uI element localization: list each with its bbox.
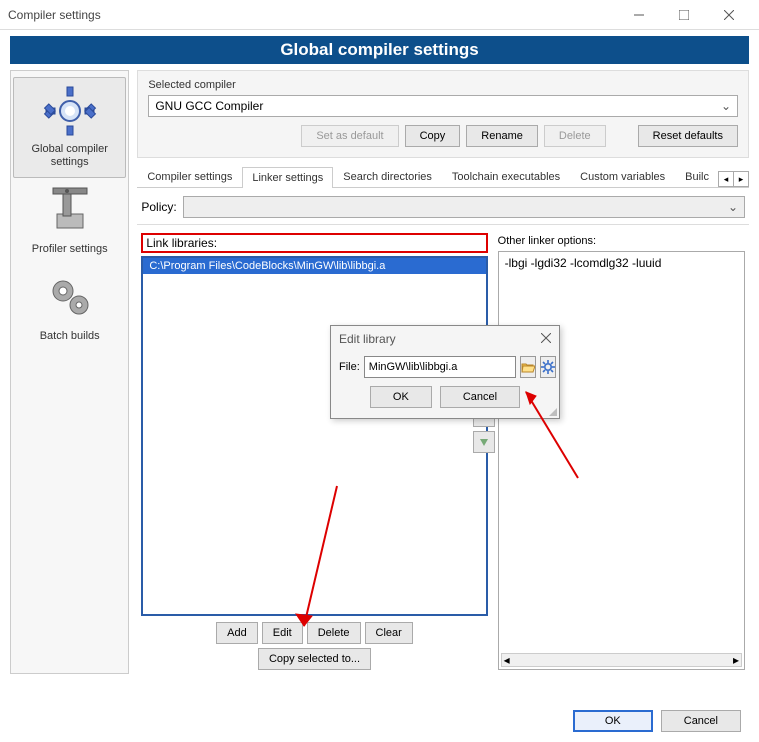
policy-combo[interactable]: ⌄ (183, 196, 745, 218)
link-libraries-label: Link libraries: (141, 233, 487, 253)
tab-compiler-settings[interactable]: Compiler settings (137, 166, 242, 187)
dialog-title: Edit library (339, 332, 396, 346)
list-item[interactable]: C:\Program Files\CodeBlocks\MinGW\lib\li… (143, 258, 485, 274)
compiler-combo[interactable]: GNU GCC Compiler ⌄ (148, 95, 738, 117)
close-icon (724, 10, 734, 20)
close-button[interactable] (706, 0, 751, 30)
other-options-textarea[interactable]: -lbgi -lgdi32 -lcomdlg32 -luuid ◂▸ (498, 251, 745, 670)
file-input[interactable] (364, 356, 516, 378)
tab-scroll: ◂ ▸ (719, 171, 749, 187)
compiler-combo-value: GNU GCC Compiler (155, 99, 263, 113)
move-down-button[interactable] (473, 431, 495, 453)
compiler-buttons: Set as default Copy Rename Delete Reset … (148, 125, 738, 147)
gears-grey-icon (43, 271, 97, 325)
other-options-column: Other linker options: -lbgi -lgdi32 -lco… (498, 235, 745, 670)
sidebar: Global compiler settings Profiler settin… (10, 70, 129, 674)
dialog-ok-button[interactable]: OK (370, 386, 432, 408)
arrow-down-icon (479, 437, 489, 447)
clear-button[interactable]: Clear (365, 622, 413, 644)
main-ok-button[interactable]: OK (573, 710, 653, 732)
tab-strip: Compiler settings Linker settings Search… (137, 166, 749, 188)
selected-compiler-label: Selected compiler (148, 79, 738, 91)
horizontal-scrollbar[interactable]: ◂▸ (501, 653, 742, 667)
footer-buttons: OK Cancel (573, 710, 741, 732)
minimize-icon (634, 10, 644, 20)
chevron-down-icon: ⌄ (728, 200, 738, 214)
file-label: File: (339, 361, 360, 373)
edit-library-dialog: Edit library File: OK Cancel (330, 325, 560, 419)
link-libraries-list[interactable]: C:\Program Files\CodeBlocks\MinGW\lib\li… (141, 256, 487, 616)
policy-row: Policy: ⌄ (137, 188, 749, 225)
close-icon (541, 333, 551, 343)
tab-scroll-left[interactable]: ◂ (718, 171, 734, 187)
tab-scroll-right[interactable]: ▸ (733, 171, 749, 187)
selected-compiler-group: Selected compiler GNU GCC Compiler ⌄ Set… (137, 70, 749, 158)
linker-area: Link libraries: C:\Program Files\CodeBlo… (137, 225, 749, 674)
list-buttons: Add Edit Delete Clear (141, 622, 487, 644)
chevron-down-icon: ⌄ (721, 99, 731, 113)
title-bar: Compiler settings (0, 0, 759, 30)
dialog-buttons: OK Cancel (339, 386, 551, 408)
delete-button[interactable]: Delete (307, 622, 361, 644)
gear-icon (541, 360, 555, 374)
add-button[interactable]: Add (216, 622, 258, 644)
sidebar-item-batch-builds[interactable]: Batch builds (13, 265, 126, 351)
set-default-button[interactable]: Set as default (301, 125, 398, 147)
gear-blue-icon (43, 84, 97, 138)
sidebar-item-label: Batch builds (15, 330, 124, 343)
profiler-icon (43, 184, 97, 238)
tab-build-truncated[interactable]: Builc (675, 166, 719, 187)
dialog-title-bar: Edit library (331, 326, 559, 352)
folder-open-icon (521, 361, 535, 373)
tab-custom-variables[interactable]: Custom variables (570, 166, 675, 187)
main-cancel-button[interactable]: Cancel (661, 710, 741, 732)
sidebar-item-label: Global compiler settings (16, 143, 123, 169)
copy-button[interactable]: Copy (405, 125, 461, 147)
policy-label: Policy: (141, 200, 176, 214)
browse-button[interactable] (520, 356, 536, 378)
tab-search-directories[interactable]: Search directories (333, 166, 442, 187)
reset-defaults-button[interactable]: Reset defaults (638, 125, 738, 147)
maximize-icon (679, 10, 689, 20)
maximize-button[interactable] (661, 0, 706, 30)
sidebar-item-label: Profiler settings (15, 243, 124, 256)
other-options-text: -lbgi -lgdi32 -lcomdlg32 -luuid (505, 256, 662, 270)
link-libraries-column: Link libraries: C:\Program Files\CodeBlo… (141, 235, 487, 670)
edit-button[interactable]: Edit (262, 622, 303, 644)
rename-button[interactable]: Rename (466, 125, 538, 147)
sidebar-item-profiler[interactable]: Profiler settings (13, 178, 126, 264)
page-banner: Global compiler settings (10, 36, 749, 64)
resize-grip-icon[interactable] (547, 406, 557, 416)
sidebar-item-global-compiler[interactable]: Global compiler settings (13, 77, 126, 178)
copy-selected-button[interactable]: Copy selected to... (258, 648, 371, 670)
tab-toolchain-executables[interactable]: Toolchain executables (442, 166, 570, 187)
settings-button[interactable] (540, 356, 556, 378)
dialog-cancel-button[interactable]: Cancel (440, 386, 520, 408)
other-options-label: Other linker options: (498, 235, 745, 247)
window-title: Compiler settings (8, 8, 616, 22)
dialog-body: File: OK Cancel (331, 352, 559, 418)
delete-compiler-button[interactable]: Delete (544, 125, 606, 147)
tab-linker-settings[interactable]: Linker settings (242, 167, 333, 188)
minimize-button[interactable] (616, 0, 661, 30)
file-row: File: (339, 356, 551, 378)
dialog-close-button[interactable] (541, 332, 551, 346)
list-buttons-2: Copy selected to... (141, 648, 487, 670)
